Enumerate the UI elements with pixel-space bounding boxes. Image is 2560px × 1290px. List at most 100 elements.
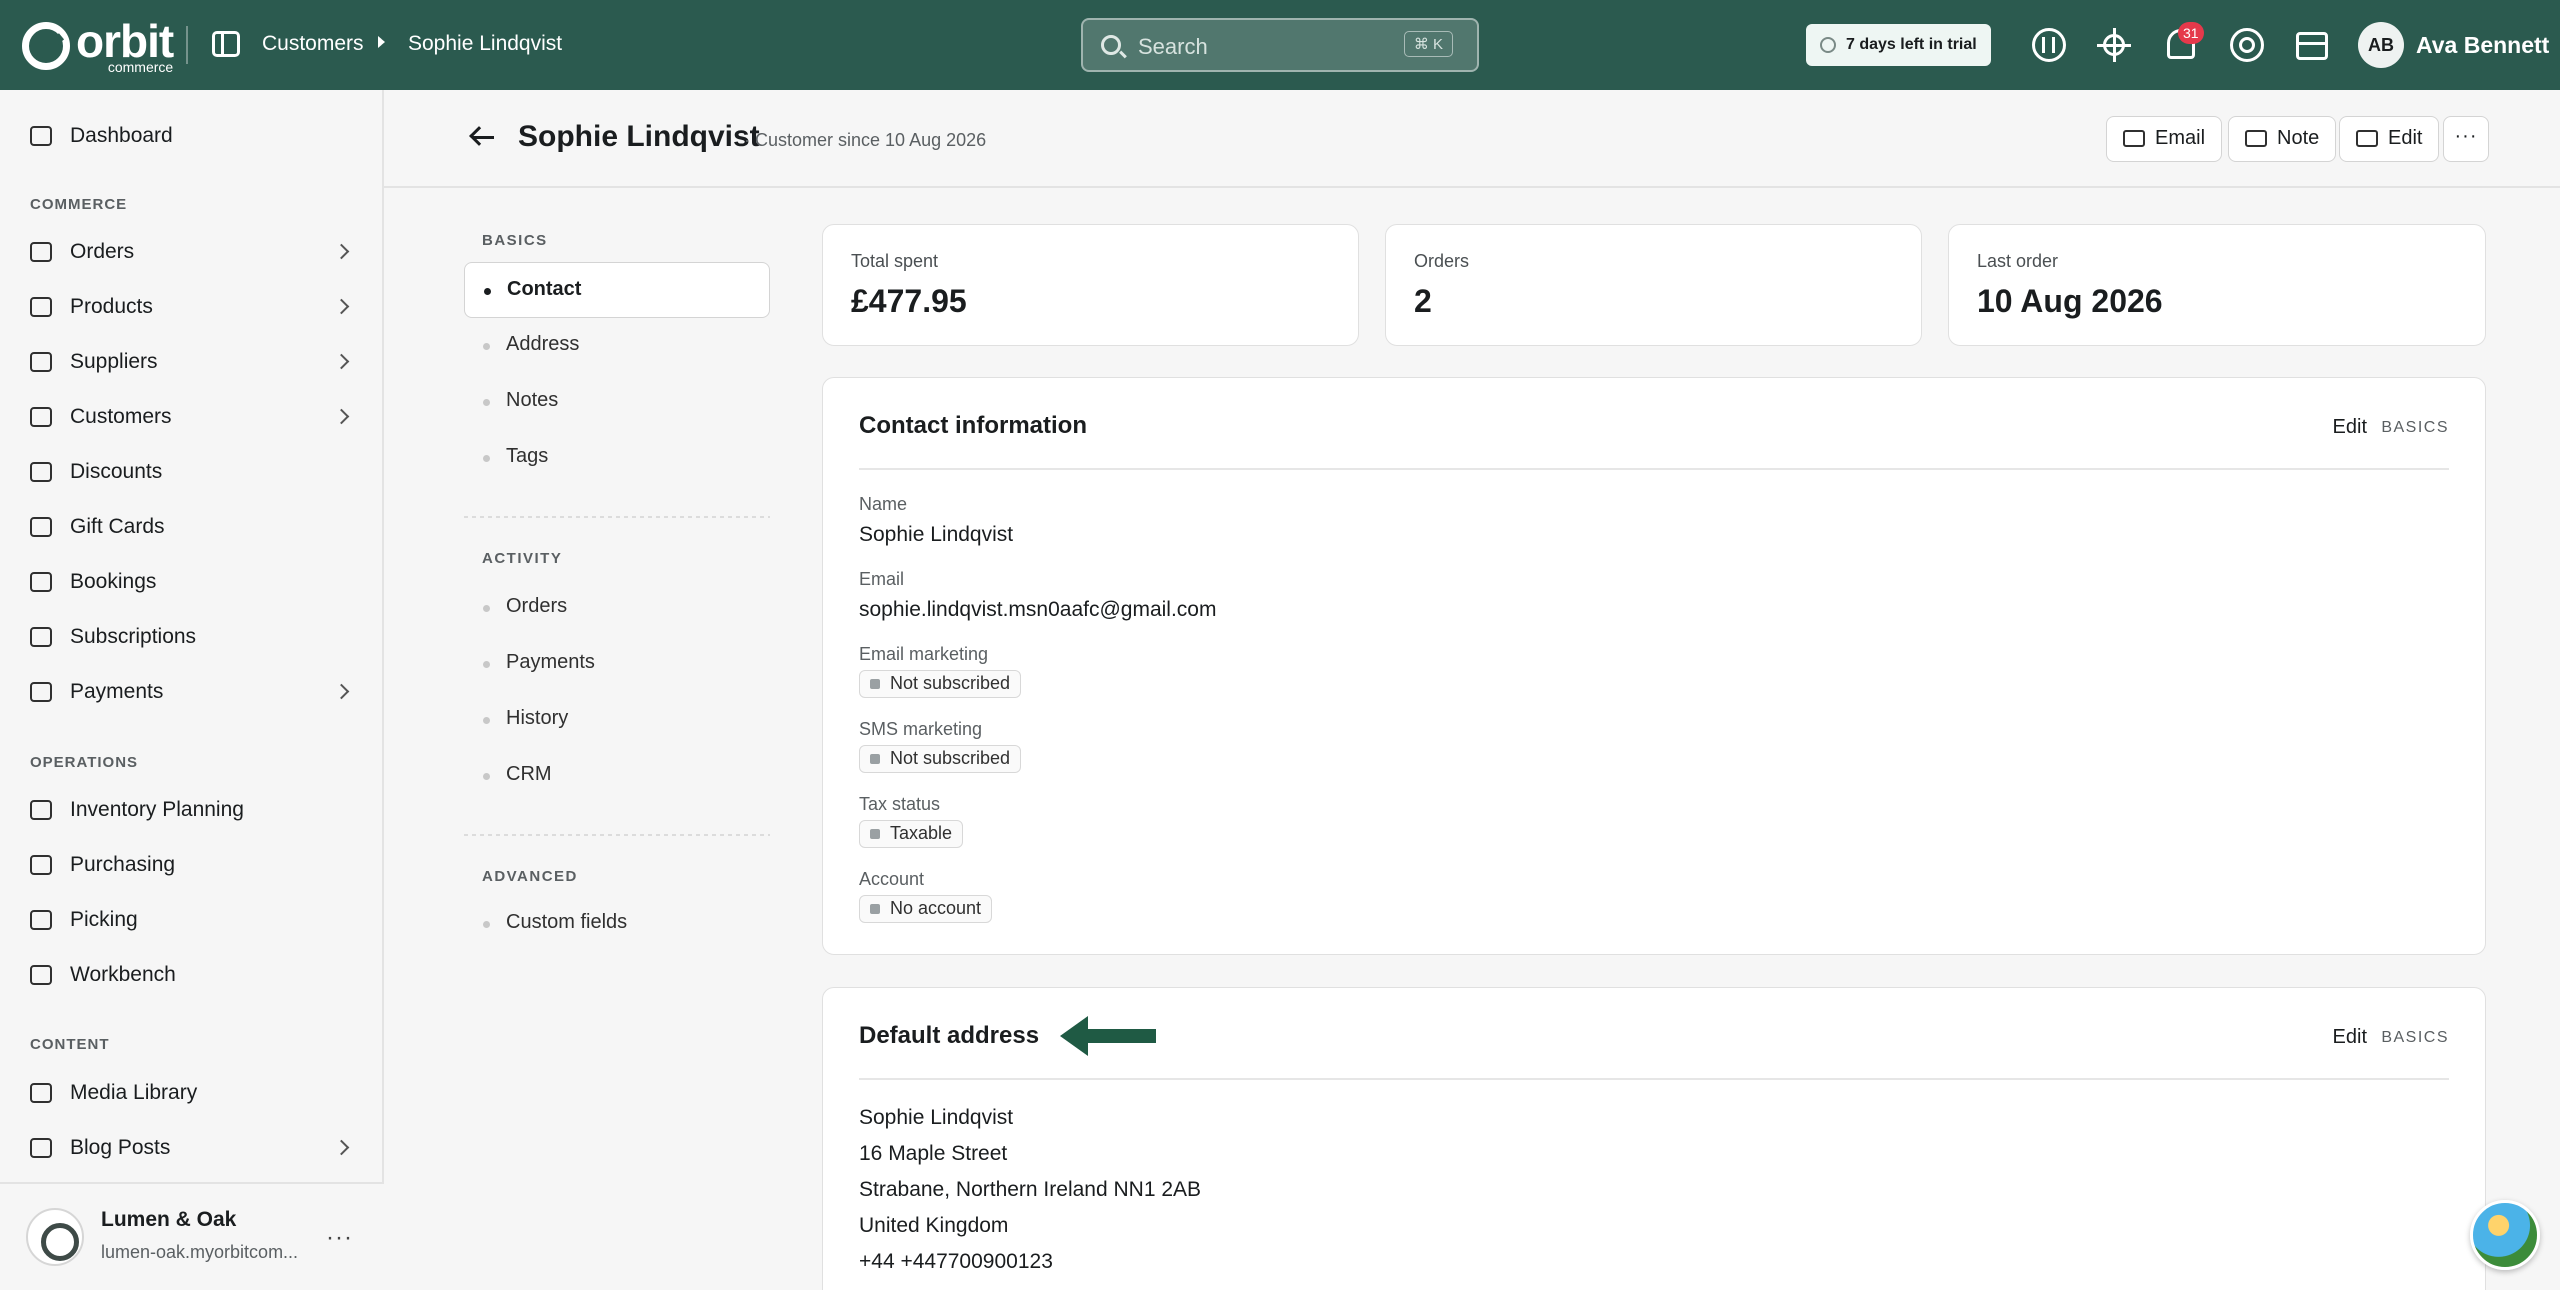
refresh-icon bbox=[30, 627, 52, 647]
section-nav-orders[interactable]: Orders bbox=[464, 580, 770, 636]
section-nav-crm[interactable]: CRM bbox=[464, 748, 770, 804]
sidebar-item-subscriptions[interactable]: Subscriptions bbox=[0, 611, 384, 663]
panel-tag: BASICS bbox=[2381, 419, 2449, 436]
section-nav-tags[interactable]: Tags bbox=[464, 430, 770, 486]
sidebar-item-inventory-planning[interactable]: Inventory Planning bbox=[0, 784, 384, 836]
sidebar-item-products[interactable]: Products bbox=[0, 281, 384, 333]
dashboard-icon bbox=[30, 126, 52, 146]
user-name[interactable]: Ava Bennett bbox=[2416, 32, 2549, 59]
panel-title: Contact information bbox=[859, 412, 1087, 439]
section-nav-label: Notes bbox=[506, 389, 559, 411]
sidebar-item-suppliers[interactable]: Suppliers bbox=[0, 336, 384, 388]
section-nav-contact[interactable]: Contact bbox=[464, 262, 770, 318]
avatar[interactable]: AB bbox=[2358, 22, 2404, 68]
bullet-icon bbox=[483, 717, 490, 724]
section-nav-address[interactable]: Address bbox=[464, 318, 770, 374]
note-button-label: Note bbox=[2277, 127, 2320, 149]
sidebar-item-gift-cards[interactable]: Gift Cards bbox=[0, 501, 384, 553]
chevron-right-icon bbox=[333, 353, 350, 370]
address-line: United Kingdom bbox=[859, 1214, 1009, 1237]
stat-value: 10 Aug 2026 bbox=[1977, 283, 2163, 319]
sidebar-item-purchasing[interactable]: Purchasing bbox=[0, 839, 384, 891]
sidebar-item-blog-posts[interactable]: Blog Posts bbox=[0, 1122, 384, 1174]
more-actions-button[interactable]: ··· bbox=[2443, 116, 2489, 162]
topbar-divider bbox=[186, 26, 188, 64]
trial-badge[interactable]: 7 days left in trial bbox=[1806, 24, 1991, 66]
address-line: +44 +447700900123 bbox=[859, 1250, 1053, 1273]
theme-sun-icon[interactable] bbox=[2097, 28, 2131, 62]
email-button[interactable]: Email bbox=[2106, 116, 2223, 162]
status-square-icon bbox=[870, 754, 880, 764]
contact-information-panel: Contact information Edit BASICS Name Sop… bbox=[822, 377, 2486, 955]
sidebar-item-label: Purchasing bbox=[70, 853, 176, 876]
status-badge-email-marketing: Not subscribed bbox=[859, 670, 1022, 698]
orbit-logo[interactable]: orbit commerce bbox=[22, 18, 174, 74]
note-button[interactable]: Note bbox=[2228, 116, 2337, 162]
top-bar: orbit commerce Customers Sophie Lindqvis… bbox=[0, 0, 2560, 90]
sidebar-item-label: Blog Posts bbox=[70, 1136, 171, 1159]
box-icon bbox=[30, 965, 52, 985]
assistant-avatar-button[interactable] bbox=[2470, 1200, 2540, 1270]
section-nav-history[interactable]: History bbox=[464, 692, 770, 748]
chevron-right-icon bbox=[333, 408, 350, 425]
back-arrow-icon[interactable] bbox=[472, 136, 494, 139]
sidebar-item-customers[interactable]: Customers bbox=[0, 391, 384, 443]
gift-icon bbox=[30, 517, 52, 537]
search-input[interactable]: Search ⌘ K bbox=[1081, 18, 1479, 72]
more-options-icon[interactable]: ··· bbox=[326, 1224, 353, 1252]
contact-edit-link[interactable]: Edit bbox=[2333, 416, 2367, 439]
stat-label: Orders bbox=[1414, 251, 1470, 271]
bullet-icon bbox=[483, 399, 490, 406]
sidebar-item-label: Media Library bbox=[70, 1081, 198, 1104]
section-nav-notes[interactable]: Notes bbox=[464, 374, 770, 430]
section-nav-label: Orders bbox=[506, 595, 568, 617]
chevron-right-icon bbox=[333, 243, 350, 260]
sidebar-item-label: Bookings bbox=[70, 570, 157, 593]
sidebar-item-orders[interactable]: Orders bbox=[0, 226, 384, 278]
sidebar-item-picking[interactable]: Picking bbox=[0, 894, 384, 946]
chevron-right-icon bbox=[333, 1139, 350, 1156]
field-label-sms-marketing: SMS marketing bbox=[859, 719, 983, 739]
sidebar-item-discounts[interactable]: Discounts bbox=[0, 446, 384, 498]
tag-icon bbox=[30, 462, 52, 482]
sidebar-item-payments[interactable]: Payments bbox=[0, 666, 384, 718]
storefront-icon[interactable] bbox=[2296, 32, 2328, 60]
field-label-email-marketing: Email marketing bbox=[859, 644, 989, 664]
breadcrumb-customers[interactable]: Customers bbox=[262, 32, 364, 56]
image-icon bbox=[30, 1083, 52, 1103]
field-value-email[interactable]: sophie.lindqvist.msn0aafc@gmail.com bbox=[859, 598, 1216, 622]
section-nav-custom-fields[interactable]: Custom fields bbox=[464, 896, 770, 952]
sidebar-item-dashboard[interactable]: Dashboard bbox=[0, 110, 384, 162]
orders-icon bbox=[30, 242, 52, 262]
sidebar-item-label: Orders bbox=[70, 240, 135, 263]
sidebar-item-media-library[interactable]: Media Library bbox=[0, 1067, 384, 1119]
help-lifebuoy-icon[interactable] bbox=[2230, 28, 2264, 62]
field-label-email: Email bbox=[859, 569, 905, 589]
address-edit-link[interactable]: Edit bbox=[2333, 1026, 2367, 1049]
edit-button[interactable]: Edit bbox=[2339, 116, 2440, 162]
calendar-icon bbox=[30, 572, 52, 592]
section-nav-label: Tags bbox=[506, 445, 549, 467]
panel-tag: BASICS bbox=[2381, 1029, 2449, 1046]
orbit-logo-mark bbox=[22, 22, 70, 70]
sidebar-item-workbench[interactable]: Workbench bbox=[0, 949, 384, 1001]
status-badge-account: No account bbox=[859, 895, 993, 923]
sidebar-item-label: Discounts bbox=[70, 460, 163, 483]
address-line: Strabane, Northern Ireland NN1 2AB bbox=[859, 1178, 1202, 1201]
clock-icon bbox=[1820, 37, 1836, 53]
chevron-right-icon bbox=[333, 298, 350, 315]
section-nav-payments[interactable]: Payments bbox=[464, 636, 770, 692]
card-icon bbox=[30, 682, 52, 702]
stat-card-total-spent: Total spent £477.95 bbox=[822, 224, 1359, 346]
stat-label: Last order bbox=[1977, 251, 2059, 271]
status-square-icon bbox=[870, 829, 880, 839]
info-icon[interactable] bbox=[2032, 28, 2066, 62]
sidebar-toggle-icon[interactable] bbox=[212, 31, 240, 57]
bullet-icon bbox=[483, 773, 490, 780]
annotation-arrow-icon bbox=[1060, 1016, 1156, 1056]
sidebar-item-bookings[interactable]: Bookings bbox=[0, 556, 384, 608]
page-title: Sophie Lindqvist bbox=[518, 120, 760, 153]
store-switcher[interactable]: Lumen & Oak lumen-oak.myorbitcom... ··· bbox=[0, 1182, 384, 1290]
search-placeholder: Search bbox=[1138, 34, 1208, 59]
sidebar-item-label: Workbench bbox=[70, 963, 176, 986]
